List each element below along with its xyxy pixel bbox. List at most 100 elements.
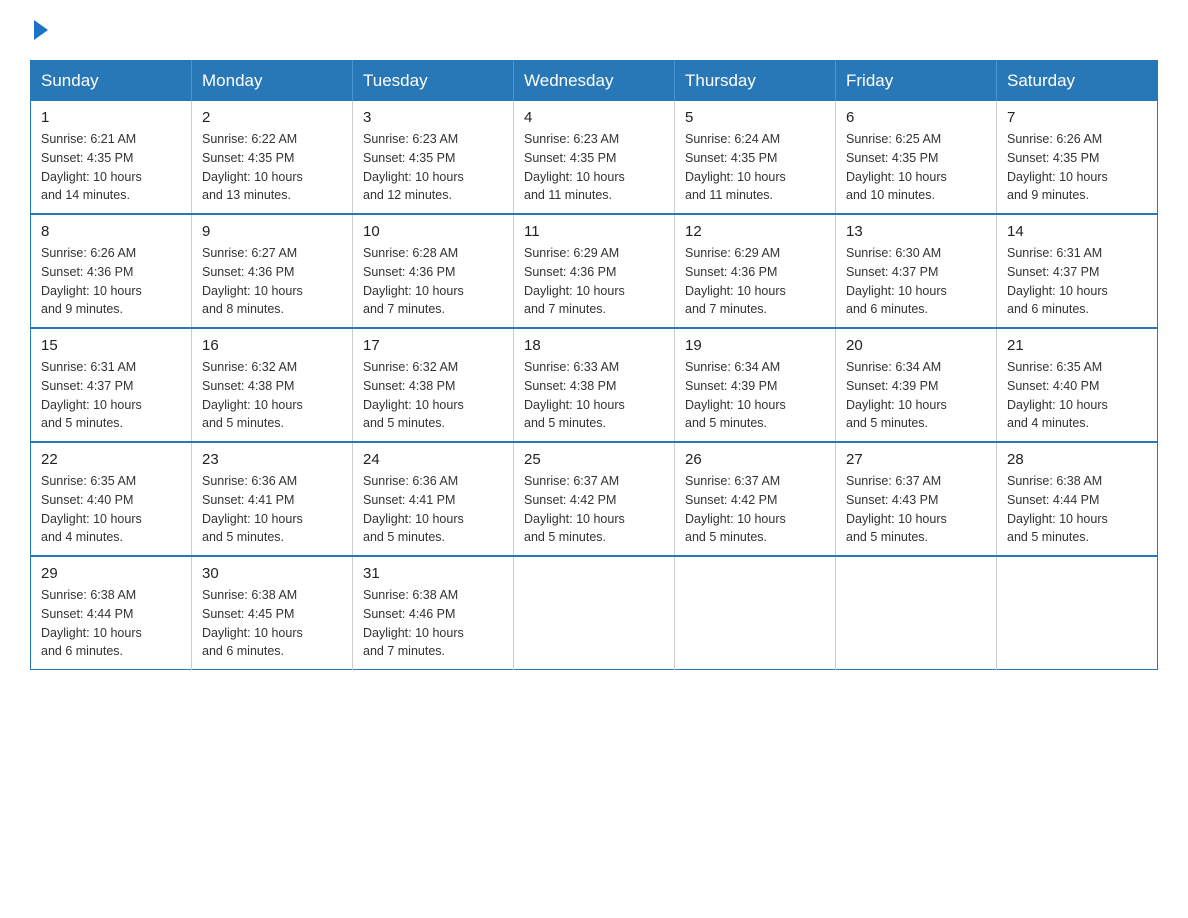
day-info: Sunrise: 6:37 AM Sunset: 4:43 PM Dayligh… — [846, 472, 986, 547]
weekday-header-wednesday: Wednesday — [514, 61, 675, 102]
day-number: 5 — [685, 109, 825, 126]
logo-triangle-icon — [34, 20, 48, 40]
calendar-cell: 6 Sunrise: 6:25 AM Sunset: 4:35 PM Dayli… — [836, 101, 997, 214]
day-number: 9 — [202, 223, 342, 240]
day-info: Sunrise: 6:28 AM Sunset: 4:36 PM Dayligh… — [363, 244, 503, 319]
calendar-cell: 14 Sunrise: 6:31 AM Sunset: 4:37 PM Dayl… — [997, 214, 1158, 328]
day-number: 25 — [524, 451, 664, 468]
day-number: 13 — [846, 223, 986, 240]
day-number: 7 — [1007, 109, 1147, 126]
calendar-cell: 29 Sunrise: 6:38 AM Sunset: 4:44 PM Dayl… — [31, 556, 192, 670]
week-row-5: 29 Sunrise: 6:38 AM Sunset: 4:44 PM Dayl… — [31, 556, 1158, 670]
day-info: Sunrise: 6:34 AM Sunset: 4:39 PM Dayligh… — [846, 358, 986, 433]
day-info: Sunrise: 6:30 AM Sunset: 4:37 PM Dayligh… — [846, 244, 986, 319]
day-info: Sunrise: 6:24 AM Sunset: 4:35 PM Dayligh… — [685, 130, 825, 205]
calendar-cell: 30 Sunrise: 6:38 AM Sunset: 4:45 PM Dayl… — [192, 556, 353, 670]
day-number: 8 — [41, 223, 181, 240]
calendar-cell: 5 Sunrise: 6:24 AM Sunset: 4:35 PM Dayli… — [675, 101, 836, 214]
day-info: Sunrise: 6:23 AM Sunset: 4:35 PM Dayligh… — [363, 130, 503, 205]
day-info: Sunrise: 6:29 AM Sunset: 4:36 PM Dayligh… — [524, 244, 664, 319]
calendar-cell: 7 Sunrise: 6:26 AM Sunset: 4:35 PM Dayli… — [997, 101, 1158, 214]
day-number: 26 — [685, 451, 825, 468]
calendar-cell: 25 Sunrise: 6:37 AM Sunset: 4:42 PM Dayl… — [514, 442, 675, 556]
calendar-table: SundayMondayTuesdayWednesdayThursdayFrid… — [30, 60, 1158, 670]
calendar-cell: 15 Sunrise: 6:31 AM Sunset: 4:37 PM Dayl… — [31, 328, 192, 442]
day-info: Sunrise: 6:36 AM Sunset: 4:41 PM Dayligh… — [202, 472, 342, 547]
calendar-cell: 18 Sunrise: 6:33 AM Sunset: 4:38 PM Dayl… — [514, 328, 675, 442]
calendar-cell: 3 Sunrise: 6:23 AM Sunset: 4:35 PM Dayli… — [353, 101, 514, 214]
day-info: Sunrise: 6:34 AM Sunset: 4:39 PM Dayligh… — [685, 358, 825, 433]
day-number: 29 — [41, 565, 181, 582]
day-number: 27 — [846, 451, 986, 468]
day-number: 2 — [202, 109, 342, 126]
day-info: Sunrise: 6:35 AM Sunset: 4:40 PM Dayligh… — [41, 472, 181, 547]
calendar-cell: 13 Sunrise: 6:30 AM Sunset: 4:37 PM Dayl… — [836, 214, 997, 328]
day-number: 11 — [524, 223, 664, 240]
weekday-header-row: SundayMondayTuesdayWednesdayThursdayFrid… — [31, 61, 1158, 102]
day-number: 30 — [202, 565, 342, 582]
day-info: Sunrise: 6:32 AM Sunset: 4:38 PM Dayligh… — [202, 358, 342, 433]
day-number: 14 — [1007, 223, 1147, 240]
weekday-header-thursday: Thursday — [675, 61, 836, 102]
day-number: 12 — [685, 223, 825, 240]
weekday-header-saturday: Saturday — [997, 61, 1158, 102]
calendar-cell: 21 Sunrise: 6:35 AM Sunset: 4:40 PM Dayl… — [997, 328, 1158, 442]
calendar-cell: 12 Sunrise: 6:29 AM Sunset: 4:36 PM Dayl… — [675, 214, 836, 328]
day-info: Sunrise: 6:31 AM Sunset: 4:37 PM Dayligh… — [1007, 244, 1147, 319]
weekday-header-sunday: Sunday — [31, 61, 192, 102]
day-number: 4 — [524, 109, 664, 126]
day-number: 20 — [846, 337, 986, 354]
week-row-1: 1 Sunrise: 6:21 AM Sunset: 4:35 PM Dayli… — [31, 101, 1158, 214]
calendar-cell: 9 Sunrise: 6:27 AM Sunset: 4:36 PM Dayli… — [192, 214, 353, 328]
day-info: Sunrise: 6:37 AM Sunset: 4:42 PM Dayligh… — [524, 472, 664, 547]
day-info: Sunrise: 6:32 AM Sunset: 4:38 PM Dayligh… — [363, 358, 503, 433]
day-info: Sunrise: 6:26 AM Sunset: 4:36 PM Dayligh… — [41, 244, 181, 319]
day-info: Sunrise: 6:21 AM Sunset: 4:35 PM Dayligh… — [41, 130, 181, 205]
calendar-cell — [514, 556, 675, 670]
calendar-cell: 10 Sunrise: 6:28 AM Sunset: 4:36 PM Dayl… — [353, 214, 514, 328]
calendar-cell: 20 Sunrise: 6:34 AM Sunset: 4:39 PM Dayl… — [836, 328, 997, 442]
weekday-header-monday: Monday — [192, 61, 353, 102]
day-number: 18 — [524, 337, 664, 354]
calendar-cell: 4 Sunrise: 6:23 AM Sunset: 4:35 PM Dayli… — [514, 101, 675, 214]
calendar-cell — [836, 556, 997, 670]
calendar-cell — [997, 556, 1158, 670]
weekday-header-friday: Friday — [836, 61, 997, 102]
day-info: Sunrise: 6:38 AM Sunset: 4:44 PM Dayligh… — [41, 586, 181, 661]
logo — [30, 20, 48, 40]
day-number: 3 — [363, 109, 503, 126]
day-info: Sunrise: 6:38 AM Sunset: 4:44 PM Dayligh… — [1007, 472, 1147, 547]
calendar-cell: 19 Sunrise: 6:34 AM Sunset: 4:39 PM Dayl… — [675, 328, 836, 442]
day-number: 10 — [363, 223, 503, 240]
calendar-cell: 26 Sunrise: 6:37 AM Sunset: 4:42 PM Dayl… — [675, 442, 836, 556]
day-info: Sunrise: 6:35 AM Sunset: 4:40 PM Dayligh… — [1007, 358, 1147, 433]
day-info: Sunrise: 6:33 AM Sunset: 4:38 PM Dayligh… — [524, 358, 664, 433]
week-row-4: 22 Sunrise: 6:35 AM Sunset: 4:40 PM Dayl… — [31, 442, 1158, 556]
day-number: 31 — [363, 565, 503, 582]
calendar-cell: 17 Sunrise: 6:32 AM Sunset: 4:38 PM Dayl… — [353, 328, 514, 442]
day-info: Sunrise: 6:25 AM Sunset: 4:35 PM Dayligh… — [846, 130, 986, 205]
day-number: 1 — [41, 109, 181, 126]
calendar-cell: 23 Sunrise: 6:36 AM Sunset: 4:41 PM Dayl… — [192, 442, 353, 556]
day-info: Sunrise: 6:22 AM Sunset: 4:35 PM Dayligh… — [202, 130, 342, 205]
day-number: 28 — [1007, 451, 1147, 468]
day-number: 6 — [846, 109, 986, 126]
day-info: Sunrise: 6:38 AM Sunset: 4:45 PM Dayligh… — [202, 586, 342, 661]
day-info: Sunrise: 6:29 AM Sunset: 4:36 PM Dayligh… — [685, 244, 825, 319]
day-number: 22 — [41, 451, 181, 468]
day-number: 16 — [202, 337, 342, 354]
day-number: 24 — [363, 451, 503, 468]
day-number: 21 — [1007, 337, 1147, 354]
calendar-cell: 8 Sunrise: 6:26 AM Sunset: 4:36 PM Dayli… — [31, 214, 192, 328]
weekday-header-tuesday: Tuesday — [353, 61, 514, 102]
day-number: 15 — [41, 337, 181, 354]
day-info: Sunrise: 6:26 AM Sunset: 4:35 PM Dayligh… — [1007, 130, 1147, 205]
day-number: 23 — [202, 451, 342, 468]
calendar-cell — [675, 556, 836, 670]
day-info: Sunrise: 6:23 AM Sunset: 4:35 PM Dayligh… — [524, 130, 664, 205]
calendar-cell: 2 Sunrise: 6:22 AM Sunset: 4:35 PM Dayli… — [192, 101, 353, 214]
calendar-cell: 28 Sunrise: 6:38 AM Sunset: 4:44 PM Dayl… — [997, 442, 1158, 556]
calendar-cell: 16 Sunrise: 6:32 AM Sunset: 4:38 PM Dayl… — [192, 328, 353, 442]
day-info: Sunrise: 6:37 AM Sunset: 4:42 PM Dayligh… — [685, 472, 825, 547]
day-info: Sunrise: 6:27 AM Sunset: 4:36 PM Dayligh… — [202, 244, 342, 319]
